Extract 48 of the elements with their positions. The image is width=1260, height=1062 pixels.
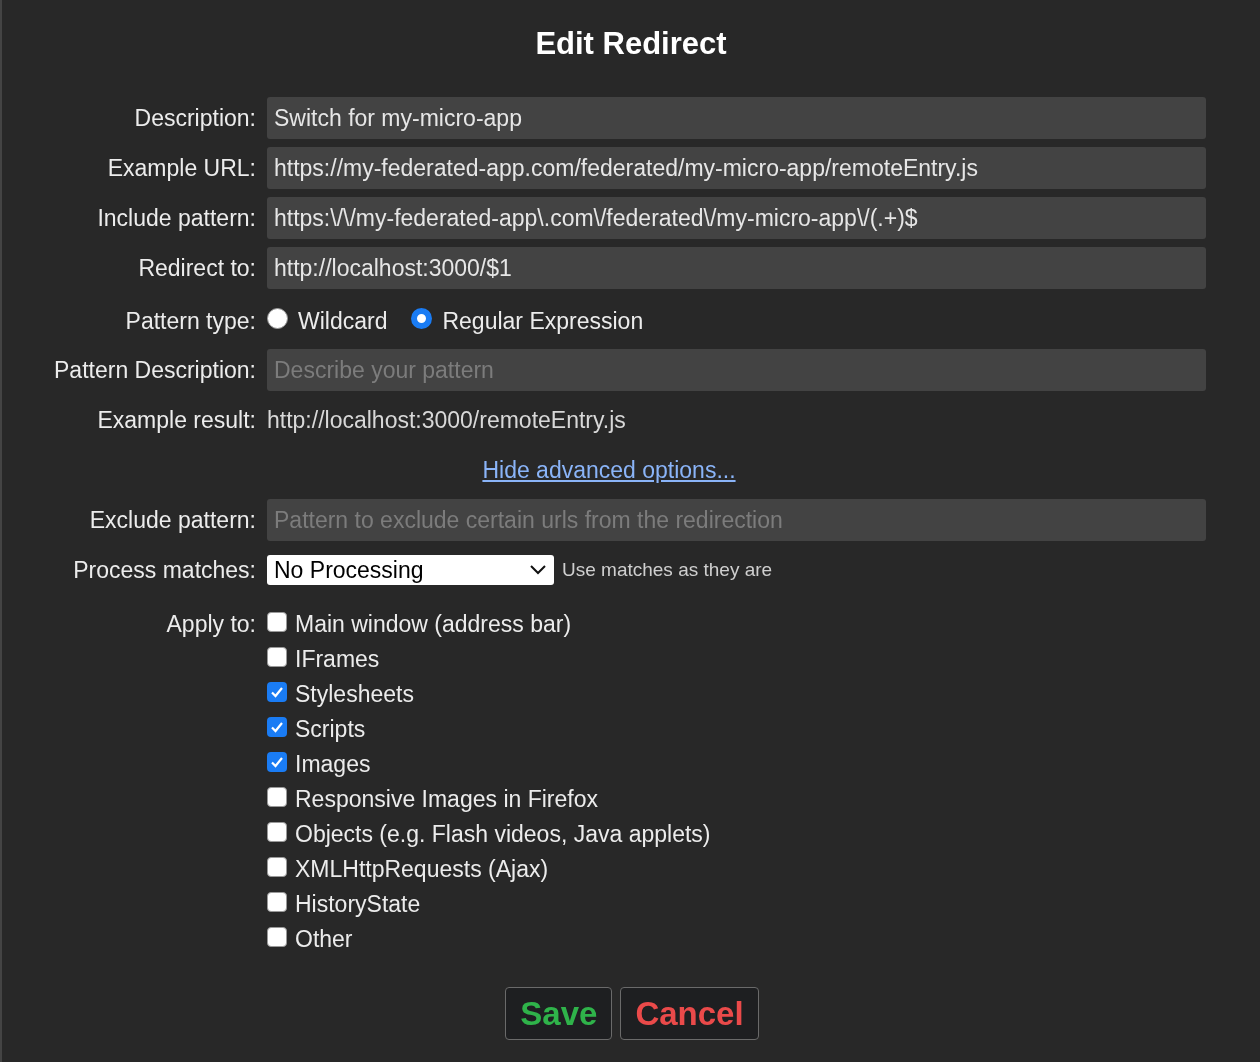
- checkbox[interactable]: [267, 611, 287, 632]
- checkbox[interactable]: [267, 856, 287, 877]
- save-button[interactable]: Save: [505, 987, 613, 1040]
- radio-label: Wildcard: [298, 306, 388, 336]
- checkbox[interactable]: [267, 751, 287, 772]
- checkbox-label: XMLHttpRequests (Ajax): [295, 855, 549, 885]
- field-label: Exclude pattern:: [89, 505, 256, 535]
- field-label: Pattern Description:: [54, 355, 256, 385]
- chevron-down-icon: [529, 564, 547, 576]
- checkbox[interactable]: [267, 786, 287, 807]
- text-field[interactable]: Describe your pattern: [267, 349, 1206, 391]
- hint-text: Use matches as they are: [562, 557, 773, 582]
- checkbox[interactable]: [267, 681, 287, 702]
- dialog-title: Edit Redirect: [535, 25, 727, 63]
- cancel-button[interactable]: Cancel: [620, 987, 759, 1040]
- checkbox-label: Scripts: [295, 715, 366, 745]
- field-label: Example URL:: [107, 153, 256, 183]
- processing-dropdown[interactable]: No Processing: [267, 555, 554, 585]
- checkbox-label: Main window (address bar): [295, 610, 572, 640]
- field-label: Redirect to:: [138, 253, 256, 283]
- text-field[interactable]: Pattern to exclude certain urls from the redirection: [267, 499, 1206, 541]
- checkbox[interactable]: [267, 926, 287, 947]
- field-label: Include pattern:: [97, 203, 256, 233]
- checkbox[interactable]: [267, 646, 287, 667]
- checkbox[interactable]: [267, 821, 287, 842]
- field-label: Example result:: [97, 405, 256, 435]
- checkbox-label: Other: [295, 925, 353, 955]
- text-field[interactable]: https:\/\/my-federated-app\.com\/federated\/my-micro-app\/(.+)$: [267, 197, 1206, 239]
- radio-button[interactable]: [267, 307, 288, 329]
- checkbox[interactable]: [267, 891, 287, 912]
- radio-label: Regular Expression: [442, 306, 644, 336]
- text-field[interactable]: https://my-federated-app.com/federated/my-micro-app/remoteEntry.js: [267, 147, 1206, 189]
- field-label: Process matches:: [73, 555, 256, 585]
- text-field[interactable]: Switch for my-micro-app: [267, 97, 1206, 139]
- text-field[interactable]: http://localhost:3000/$1: [267, 247, 1206, 289]
- radio-button[interactable]: [411, 307, 433, 329]
- checkbox-label: Images: [295, 750, 371, 780]
- advanced-options-link[interactable]: Hide advanced options...: [482, 452, 736, 488]
- example-result-text: http://localhost:3000/remoteEntry.js: [267, 405, 626, 435]
- field-label: Pattern type:: [125, 306, 256, 336]
- checkbox-label: IFrames: [295, 645, 380, 675]
- checkbox[interactable]: [267, 716, 287, 737]
- checkbox-label: Objects (e.g. Flash videos, Java applets): [295, 820, 711, 850]
- checkbox-label: Stylesheets: [295, 680, 414, 710]
- field-label: Description:: [134, 103, 256, 133]
- field-label: Apply to:: [166, 610, 256, 639]
- checkbox-label: HistoryState: [295, 890, 421, 920]
- checkbox-label: Responsive Images in Firefox: [295, 785, 598, 815]
